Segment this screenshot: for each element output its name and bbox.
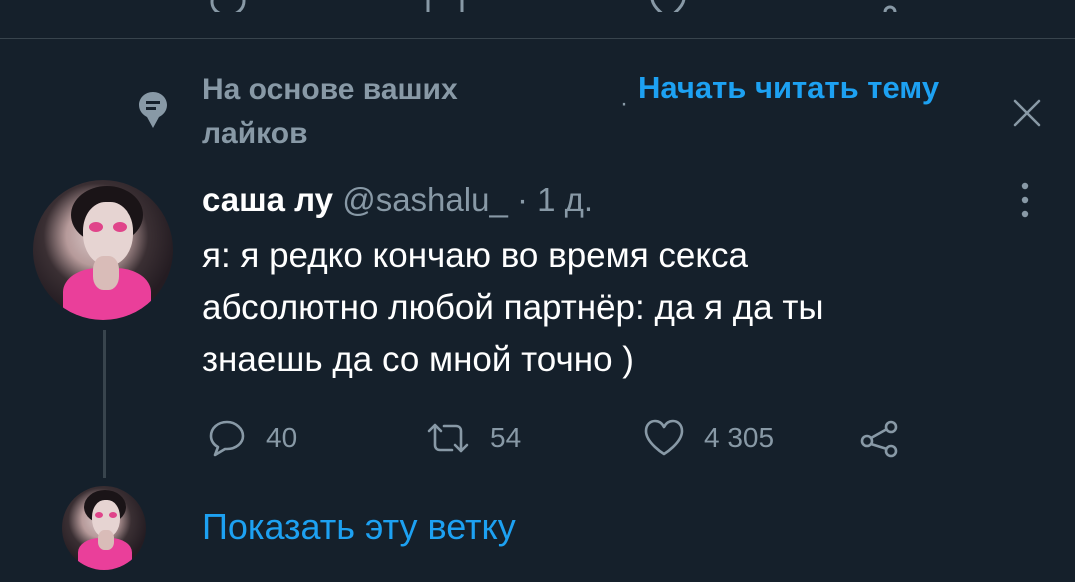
retweet-icon[interactable] [420, 0, 470, 12]
tweet-divider [0, 38, 1075, 39]
thread-avatar[interactable] [62, 486, 146, 570]
start-reading-thread-link[interactable]: Начать читать тему [638, 68, 939, 108]
retweet-count: 54 [490, 422, 522, 453]
reply-icon [209, 420, 245, 457]
retweet-button[interactable]: 54 [424, 418, 521, 458]
tweet-line: знаешь да со мной точно ) [202, 340, 634, 379]
reply-button[interactable]: 40 [206, 418, 297, 458]
share-icon [860, 420, 898, 458]
close-icon[interactable] [1010, 96, 1044, 130]
timeline: На основе ваших лайков · Начать читать т… [0, 0, 1075, 582]
previous-tweet-actions [0, 0, 1075, 12]
reply-icon[interactable] [208, 0, 248, 12]
like-icon [644, 419, 684, 456]
tweet-line: я: я редко кончаю во время секса [202, 236, 749, 275]
speech-pin-icon [139, 92, 167, 128]
context-separator: · [620, 90, 628, 117]
tweet-header: саша лу @sashalu_ · 1 д. [202, 178, 593, 222]
tweet-line: абсолютно любой партнёр: да я да ты [202, 288, 824, 327]
retweet-icon [427, 423, 469, 453]
author-handle[interactable]: @sashalu_ [342, 181, 508, 218]
header-separator: · [516, 181, 528, 218]
tweet-timestamp[interactable]: 1 д. [537, 181, 593, 218]
like-count: 4 305 [704, 422, 775, 453]
social-context-label: На основе ваших лайков [202, 73, 458, 150]
author-name[interactable]: саша лу [202, 181, 333, 218]
thread-connector [103, 330, 106, 478]
show-thread-link[interactable]: Показать эту ветку [202, 502, 516, 552]
tweet-text: я: я редко кончаю во время секса абсолют… [202, 230, 1022, 386]
share-icon[interactable] [860, 0, 900, 12]
avatar[interactable] [33, 180, 173, 320]
more-vertical-icon[interactable] [1012, 180, 1038, 220]
like-icon[interactable] [648, 0, 688, 12]
share-button[interactable] [858, 418, 902, 458]
like-button[interactable]: 4 305 [642, 418, 774, 458]
reply-count: 40 [266, 422, 298, 453]
